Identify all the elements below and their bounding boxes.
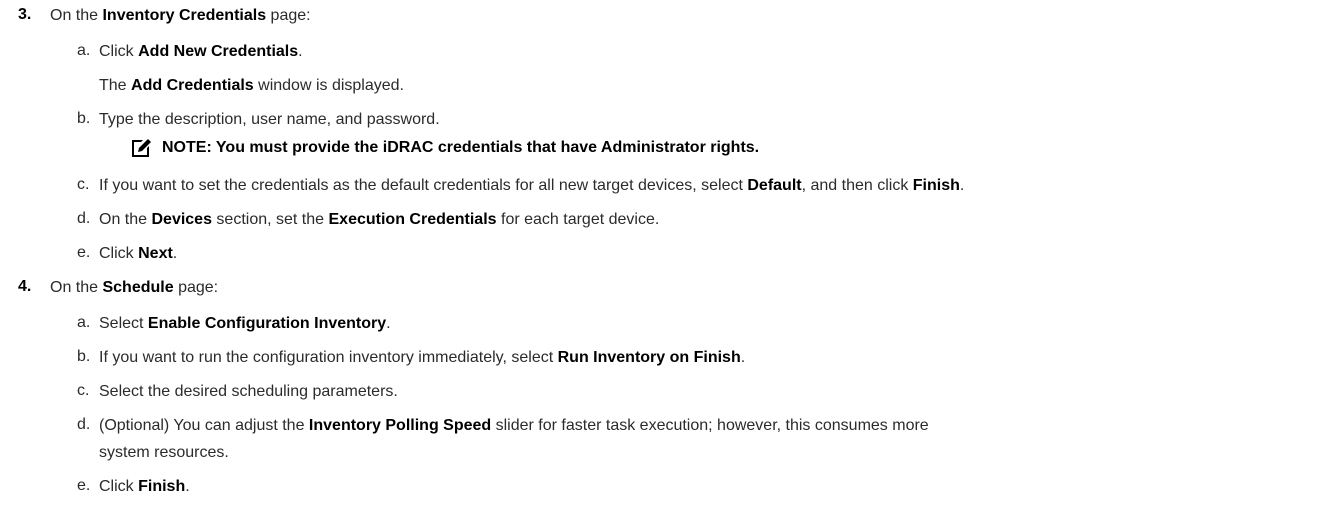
substep-letter: d. [77, 416, 91, 433]
substep-text: Click Next. [99, 245, 178, 262]
substep-text: Click Add New Credentials. [99, 43, 303, 60]
note-text: NOTE: You must provide the iDRAC credent… [162, 139, 760, 156]
ui-term: Schedule [102, 279, 174, 296]
ui-term: Next [138, 245, 173, 262]
substep-text: Type the description, user name, and pas… [99, 111, 440, 128]
ui-term: Finish [138, 478, 186, 495]
substep-text: If you want to set the credentials as th… [99, 177, 965, 194]
substep-letter: a. [77, 314, 91, 331]
document-page: 3. On the Inventory Credentials page: a.… [0, 0, 1341, 524]
substep-letter: d. [77, 210, 91, 227]
substep-text: If you want to run the configuration inv… [99, 349, 746, 366]
ui-term: Enable Configuration Inventory [147, 315, 387, 332]
substep-letter: a. [77, 42, 91, 59]
substep-letter: e. [77, 244, 91, 261]
note-callout: NOTE: You must provide the iDRAC credent… [130, 136, 759, 160]
ui-term: Execution Credentials [328, 211, 497, 228]
ui-term: Inventory Credentials [102, 7, 267, 24]
ui-term: Devices [151, 211, 212, 228]
substep-text: The Add Credentials window is displayed. [99, 77, 404, 94]
step-intro: On the Inventory Credentials page: [50, 7, 311, 24]
substep-text: Select Enable Configuration Inventory. [99, 315, 391, 332]
ui-term: Add New Credentials [138, 43, 299, 60]
substep-text: (Optional) You can adjust the Inventory … [99, 417, 929, 434]
substep-letter: c. [77, 382, 90, 399]
ui-term: Finish [912, 177, 960, 194]
substep-text: On the Devices section, set the Executio… [99, 211, 660, 228]
substep-letter: c. [77, 176, 90, 193]
substep-letter: b. [77, 110, 91, 127]
step-number: 4. [18, 278, 32, 295]
substep-letter: e. [77, 477, 91, 494]
ui-term: Run Inventory on Finish [557, 349, 741, 366]
ui-term: Inventory Polling Speed [308, 417, 492, 434]
pencil-note-icon [132, 139, 151, 157]
substep-letter: b. [77, 348, 91, 365]
ui-term: Add Credentials [131, 77, 254, 94]
substep-text: Click Finish. [99, 478, 190, 495]
substep-text: system resources. [99, 444, 229, 461]
ui-term: Default [747, 177, 802, 194]
step-intro: On the Schedule page: [50, 279, 219, 296]
substep-text: Select the desired scheduling parameters… [99, 383, 398, 400]
step-number: 3. [18, 6, 32, 23]
